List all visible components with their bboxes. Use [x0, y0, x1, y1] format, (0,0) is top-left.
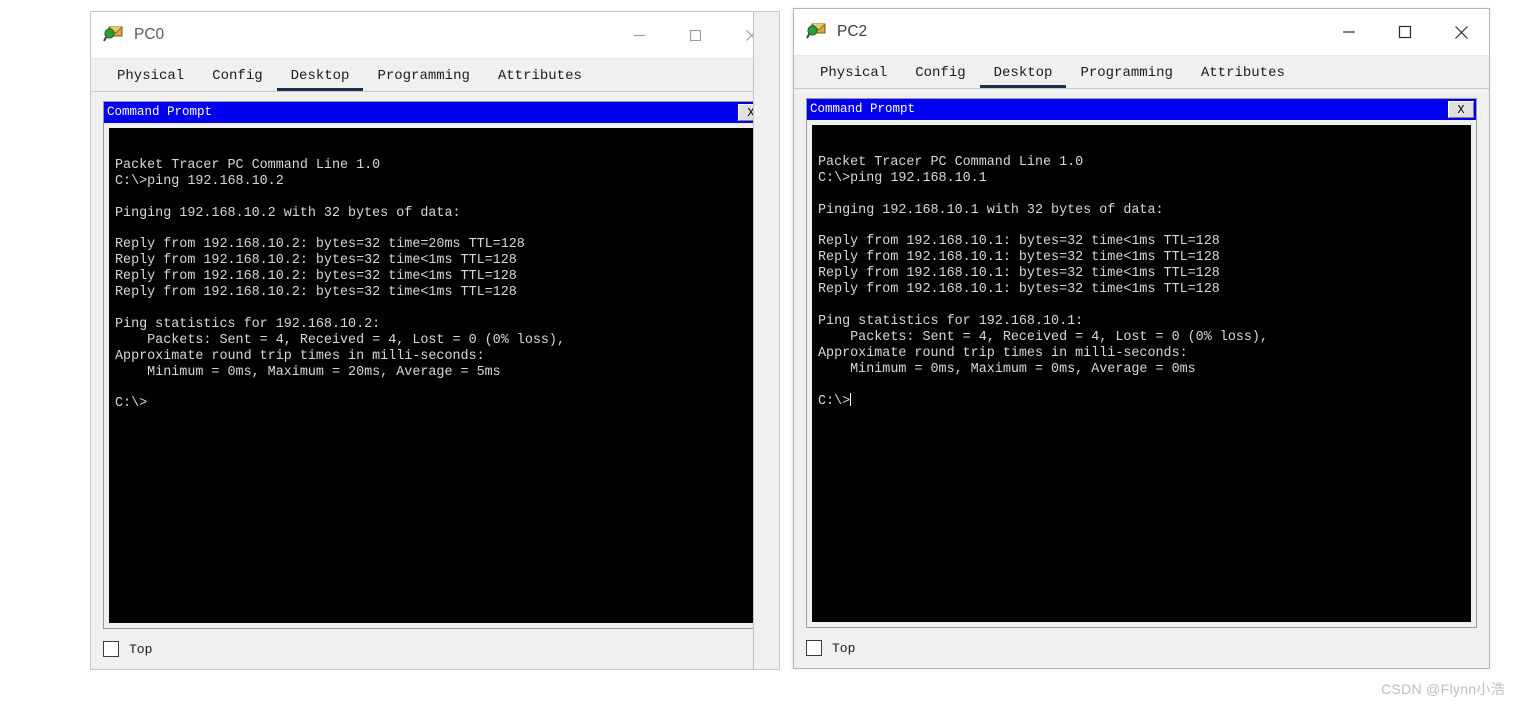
footer-pc2: Top	[794, 628, 1489, 668]
window-right-gutter-pc0	[753, 12, 779, 669]
command-prompt-title-pc2: Command Prompt	[810, 102, 916, 117]
tab-programming-pc0[interactable]: Programming	[363, 69, 483, 91]
desktop-panel-pc2: Command Prompt X Packet Tracer PC Comman…	[794, 88, 1489, 628]
terminal-line: C:\>ping 192.168.10.1	[818, 170, 987, 186]
window-controls-pc2	[1321, 9, 1489, 55]
top-checkbox-pc0[interactable]	[103, 641, 119, 657]
terminal-line: Packets: Sent = 4, Received = 4, Lost = …	[115, 332, 565, 348]
terminal-cursor	[850, 393, 852, 407]
screen-root: PC0 Physical Config Desktop Programming …	[0, 0, 1513, 704]
command-prompt-titlebar-pc2: Command Prompt X	[807, 99, 1476, 120]
terminal-line: Minimum = 0ms, Maximum = 0ms, Average = …	[818, 361, 1196, 377]
terminal-line: Packets: Sent = 4, Received = 4, Lost = …	[818, 329, 1268, 345]
terminal-line: Minimum = 0ms, Maximum = 20ms, Average =…	[115, 364, 501, 380]
terminal-line: Reply from 192.168.10.1: bytes=32 time<1…	[818, 250, 1220, 266]
device-window-pc0[interactable]: PC0 Physical Config Desktop Programming …	[90, 11, 780, 670]
terminal-output-pc2[interactable]: Packet Tracer PC Command Line 1.0 C:\>pin…	[812, 125, 1471, 622]
terminal-line: Ping statistics for 192.168.10.2:	[115, 316, 381, 332]
close-button-pc2[interactable]	[1433, 9, 1489, 55]
command-prompt-window-pc2: Command Prompt X Packet Tracer PC Comman…	[806, 98, 1477, 628]
terminal-line: Packet Tracer PC Command Line 1.0	[115, 157, 381, 173]
window-title-pc2: PC2	[837, 23, 868, 40]
maximize-button-pc0[interactable]	[667, 12, 723, 58]
terminal-line: C:\>	[115, 396, 148, 412]
terminal-line: Reply from 192.168.10.1: bytes=32 time<1…	[818, 282, 1220, 298]
terminal-line: Approximate round trip times in milli-se…	[818, 345, 1188, 361]
terminal-line: Reply from 192.168.10.1: bytes=32 time<1…	[818, 266, 1220, 282]
tab-attributes-pc0[interactable]: Attributes	[484, 69, 596, 91]
terminal-line: Approximate round trip times in milli-se…	[115, 348, 485, 364]
terminal-line: Reply from 192.168.10.1: bytes=32 time<1…	[818, 234, 1220, 250]
tab-config-pc2[interactable]: Config	[901, 66, 979, 88]
minimize-button-pc0[interactable]	[611, 12, 667, 58]
terminal-wrap-pc0: Packet Tracer PC Command Line 1.0 C:\>pin…	[104, 123, 766, 628]
terminal-line: C:\>	[818, 393, 852, 410]
packet-tracer-pc-icon	[103, 24, 125, 46]
terminal-line: Pinging 192.168.10.2 with 32 bytes of da…	[115, 205, 461, 221]
terminal-line: Reply from 192.168.10.2: bytes=32 time<1…	[115, 269, 517, 285]
window-titlebar-pc2: PC2	[794, 9, 1489, 56]
tab-physical-pc2[interactable]: Physical	[806, 66, 901, 88]
command-prompt-titlebar-pc0: Command Prompt X	[104, 102, 766, 123]
tabstrip-pc0: Physical Config Desktop Programming Attr…	[91, 59, 779, 91]
terminal-output-pc0[interactable]: Packet Tracer PC Command Line 1.0 C:\>pin…	[109, 128, 761, 623]
window-title-group-pc2: PC2	[794, 21, 1321, 43]
window-titlebar-pc0: PC0	[91, 12, 779, 59]
maximize-button-pc2[interactable]	[1377, 9, 1433, 55]
terminal-line: Reply from 192.168.10.2: bytes=32 time=2…	[115, 237, 525, 253]
terminal-line: Reply from 192.168.10.2: bytes=32 time<1…	[115, 285, 517, 301]
window-title-group-pc0: PC0	[91, 24, 611, 46]
footer-pc0: Top	[91, 629, 779, 669]
terminal-wrap-pc2: Packet Tracer PC Command Line 1.0 C:\>pin…	[807, 120, 1476, 627]
top-checkbox-label-pc2: Top	[832, 640, 856, 656]
command-prompt-window-pc0: Command Prompt X Packet Tracer PC Comman…	[103, 101, 767, 629]
top-checkbox-label-pc0: Top	[129, 641, 153, 657]
minimize-button-pc2[interactable]	[1321, 9, 1377, 55]
top-checkbox-pc2[interactable]	[806, 640, 822, 656]
tab-physical-pc0[interactable]: Physical	[103, 69, 198, 91]
packet-tracer-pc-icon	[806, 21, 828, 43]
tab-config-pc0[interactable]: Config	[198, 69, 276, 91]
tab-desktop-pc2[interactable]: Desktop	[979, 66, 1067, 88]
terminal-line: Ping statistics for 192.168.10.1:	[818, 313, 1084, 329]
terminal-line: Packet Tracer PC Command Line 1.0	[818, 154, 1084, 170]
terminal-line: Pinging 192.168.10.1 with 32 bytes of da…	[818, 202, 1164, 218]
command-prompt-title-pc0: Command Prompt	[107, 105, 213, 120]
command-prompt-close-button-pc2[interactable]: X	[1448, 101, 1474, 118]
tab-programming-pc2[interactable]: Programming	[1066, 66, 1186, 88]
terminal-line: Reply from 192.168.10.2: bytes=32 time<1…	[115, 253, 517, 269]
terminal-line: C:\>ping 192.168.10.2	[115, 173, 284, 189]
tab-attributes-pc2[interactable]: Attributes	[1187, 66, 1299, 88]
csdn-watermark: CSDN @Flynn小浩	[1381, 681, 1505, 697]
desktop-panel-pc0: Command Prompt X Packet Tracer PC Comman…	[91, 91, 779, 629]
window-title-pc0: PC0	[134, 26, 165, 43]
tabstrip-pc2: Physical Config Desktop Programming Attr…	[794, 56, 1489, 88]
device-window-pc2[interactable]: PC2 Physical Config Desktop Programming …	[793, 8, 1490, 669]
tab-desktop-pc0[interactable]: Desktop	[276, 69, 364, 91]
